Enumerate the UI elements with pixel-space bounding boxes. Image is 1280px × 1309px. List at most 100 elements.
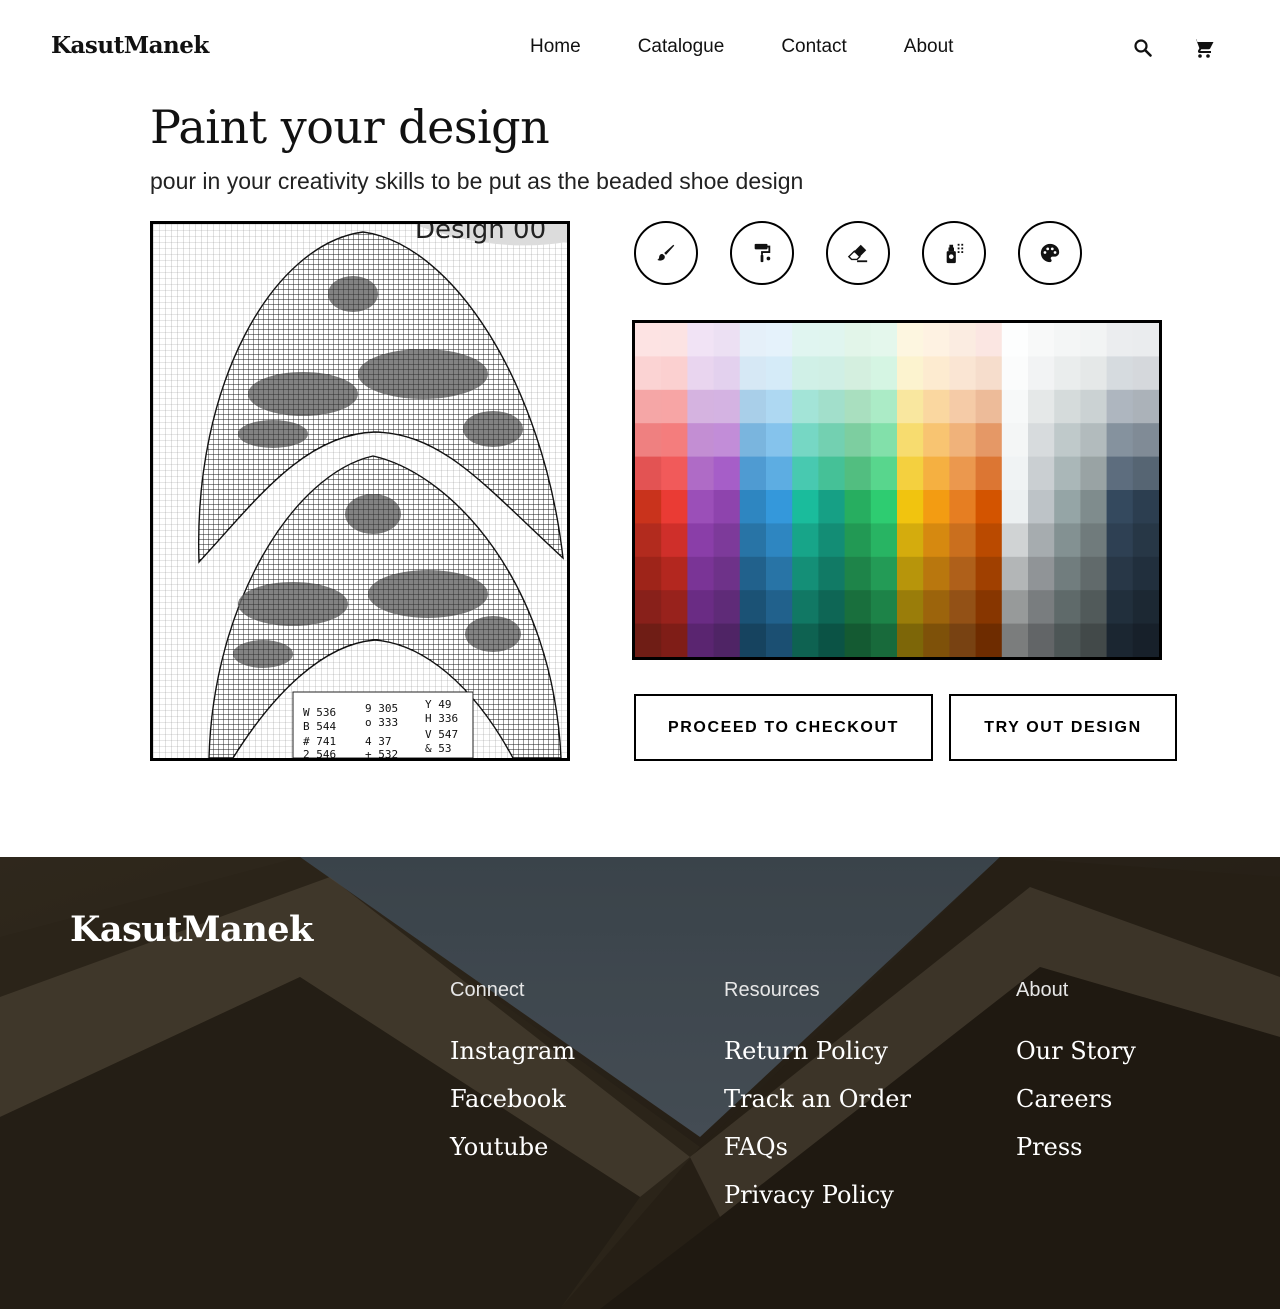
- color-swatch[interactable]: [1054, 423, 1081, 458]
- color-swatch[interactable]: [766, 490, 793, 524]
- color-swatch[interactable]: [870, 389, 898, 424]
- color-swatch[interactable]: [1028, 356, 1055, 391]
- color-swatch[interactable]: [1132, 356, 1159, 391]
- color-swatch[interactable]: [923, 456, 950, 491]
- color-swatch[interactable]: [739, 623, 767, 657]
- color-swatch[interactable]: [870, 556, 898, 591]
- color-swatch[interactable]: [975, 490, 1003, 524]
- color-swatch[interactable]: [739, 556, 767, 591]
- color-swatch[interactable]: [792, 590, 819, 625]
- color-swatch[interactable]: [1001, 323, 1029, 357]
- color-swatch[interactable]: [1054, 523, 1081, 558]
- color-swatch[interactable]: [1028, 423, 1055, 458]
- color-swatch[interactable]: [1028, 523, 1055, 558]
- color-swatch[interactable]: [1132, 623, 1159, 657]
- color-swatch[interactable]: [713, 456, 741, 491]
- color-swatch[interactable]: [1132, 523, 1159, 558]
- color-swatch[interactable]: [870, 490, 898, 524]
- color-swatch[interactable]: [897, 323, 924, 357]
- color-swatch[interactable]: [923, 490, 950, 524]
- nav-home[interactable]: Home: [530, 36, 581, 58]
- color-swatch[interactable]: [897, 356, 924, 391]
- color-swatch[interactable]: [1001, 356, 1029, 391]
- color-swatch[interactable]: [661, 523, 688, 558]
- color-swatch[interactable]: [661, 490, 688, 524]
- color-swatch[interactable]: [1132, 456, 1159, 491]
- color-swatch[interactable]: [766, 456, 793, 491]
- color-swatch[interactable]: [635, 590, 662, 625]
- color-swatch[interactable]: [818, 556, 846, 591]
- color-swatch[interactable]: [713, 423, 741, 458]
- color-swatch[interactable]: [635, 490, 662, 524]
- color-swatch[interactable]: [687, 590, 715, 625]
- color-swatch[interactable]: [818, 456, 846, 491]
- color-swatch[interactable]: [766, 356, 793, 391]
- color-swatch[interactable]: [1054, 556, 1081, 591]
- color-swatch[interactable]: [739, 590, 767, 625]
- color-swatch[interactable]: [766, 623, 793, 657]
- eraser-tool-button[interactable]: [826, 221, 890, 285]
- color-swatch[interactable]: [661, 456, 688, 491]
- color-swatch[interactable]: [1080, 389, 1108, 424]
- color-swatch[interactable]: [870, 323, 898, 357]
- color-swatch[interactable]: [1106, 556, 1134, 591]
- color-swatch[interactable]: [923, 389, 950, 424]
- footer-link-careers[interactable]: Careers: [1016, 1084, 1136, 1132]
- color-swatch[interactable]: [792, 490, 819, 524]
- color-swatch[interactable]: [1028, 490, 1055, 524]
- color-swatch[interactable]: [949, 623, 977, 657]
- color-swatch[interactable]: [739, 490, 767, 524]
- color-swatch[interactable]: [870, 456, 898, 491]
- color-swatch[interactable]: [897, 490, 924, 524]
- color-swatch[interactable]: [1054, 323, 1081, 357]
- color-swatch[interactable]: [766, 556, 793, 591]
- color-swatch[interactable]: [870, 423, 898, 458]
- color-swatch[interactable]: [635, 456, 662, 491]
- color-swatch[interactable]: [870, 590, 898, 625]
- color-swatch[interactable]: [739, 456, 767, 491]
- color-swatch[interactable]: [818, 490, 846, 524]
- color-swatch[interactable]: [975, 456, 1003, 491]
- color-swatch[interactable]: [897, 623, 924, 657]
- color-swatch[interactable]: [949, 556, 977, 591]
- color-swatch[interactable]: [687, 490, 715, 524]
- color-swatch[interactable]: [661, 356, 688, 391]
- color-swatch[interactable]: [870, 623, 898, 657]
- color-swatch[interactable]: [661, 423, 688, 458]
- color-swatch[interactable]: [635, 323, 662, 357]
- color-swatch[interactable]: [635, 523, 662, 558]
- color-swatch[interactable]: [818, 623, 846, 657]
- color-swatch[interactable]: [1028, 323, 1055, 357]
- color-swatch[interactable]: [975, 323, 1003, 357]
- color-swatch[interactable]: [949, 590, 977, 625]
- color-swatch[interactable]: [635, 623, 662, 657]
- color-swatch[interactable]: [713, 590, 741, 625]
- color-swatch[interactable]: [635, 389, 662, 424]
- color-swatch[interactable]: [1028, 590, 1055, 625]
- footer-logo[interactable]: KasutManek: [70, 909, 313, 950]
- color-swatch[interactable]: [844, 523, 872, 558]
- color-swatch[interactable]: [792, 556, 819, 591]
- color-swatch[interactable]: [687, 356, 715, 391]
- color-swatch[interactable]: [1080, 556, 1108, 591]
- color-swatch[interactable]: [713, 323, 741, 357]
- color-swatch[interactable]: [766, 323, 793, 357]
- color-swatch[interactable]: [975, 389, 1003, 424]
- brush-tool-button[interactable]: [634, 221, 698, 285]
- color-swatch[interactable]: [1106, 356, 1134, 391]
- color-swatch[interactable]: [661, 323, 688, 357]
- color-swatch[interactable]: [1028, 456, 1055, 491]
- color-swatch[interactable]: [687, 389, 715, 424]
- footer-link-faqs[interactable]: FAQs: [724, 1132, 911, 1180]
- color-swatch[interactable]: [792, 623, 819, 657]
- footer-link-return-policy[interactable]: Return Policy: [724, 1036, 911, 1084]
- color-swatch[interactable]: [713, 356, 741, 391]
- color-swatch[interactable]: [661, 556, 688, 591]
- color-swatch[interactable]: [661, 623, 688, 657]
- color-swatch[interactable]: [818, 356, 846, 391]
- color-swatch[interactable]: [687, 456, 715, 491]
- color-swatch[interactable]: [923, 556, 950, 591]
- color-swatch[interactable]: [1080, 490, 1108, 524]
- color-palette[interactable]: [632, 320, 1162, 660]
- color-swatch[interactable]: [923, 590, 950, 625]
